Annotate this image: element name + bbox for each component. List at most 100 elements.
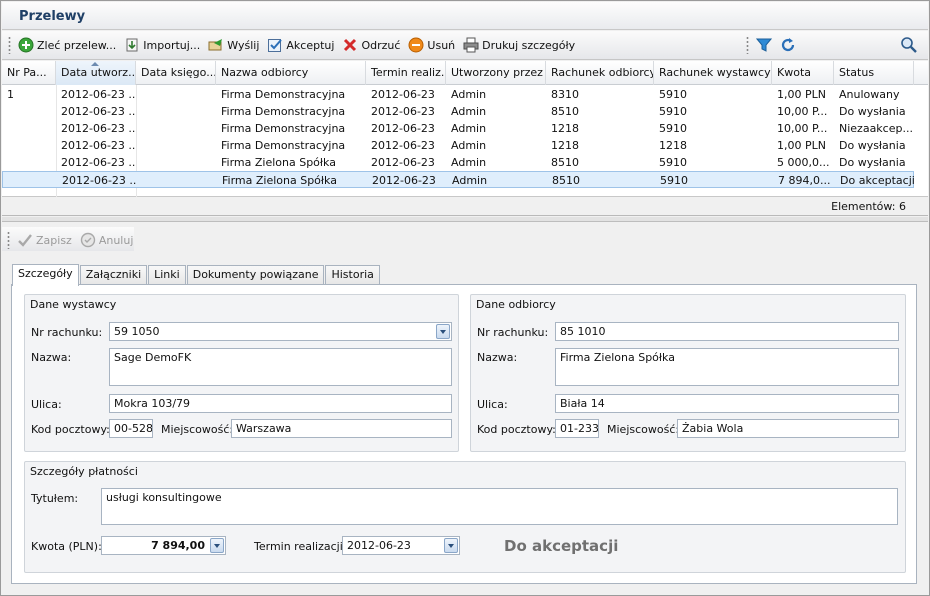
table-cell: Firma Demonstracyjna bbox=[221, 88, 346, 101]
chevron-down-icon[interactable] bbox=[444, 538, 458, 553]
toolbar-grip[interactable] bbox=[8, 36, 11, 54]
reject-button[interactable]: Odrzuć bbox=[339, 34, 403, 56]
print-details-button[interactable]: Drukuj szczegóły bbox=[460, 34, 578, 56]
add-green-icon bbox=[18, 37, 34, 53]
issuer-postcode-label: Kod pocztowy: bbox=[31, 423, 110, 436]
column-header[interactable]: Kwota bbox=[772, 61, 834, 85]
cancel-button[interactable]: Anuluj bbox=[77, 229, 137, 251]
toolbar-search-group bbox=[744, 33, 801, 57]
new-transfer-button[interactable]: Zleć przelew... bbox=[15, 34, 119, 56]
issuer-city-field[interactable]: Warszawa bbox=[231, 419, 452, 438]
recipient-group: Dane odbiorcy Nr rachunku: 85 1010 Nazwa… bbox=[470, 294, 906, 452]
delete-label: Usuń bbox=[427, 38, 456, 52]
refresh-icon[interactable] bbox=[777, 34, 799, 56]
table-cell: 2012-06-23 ... bbox=[62, 174, 137, 187]
amount-value: 7 894,00 bbox=[151, 539, 205, 552]
column-header[interactable]: Data księgo... bbox=[136, 61, 216, 85]
tab-attachments[interactable]: Załączniki bbox=[79, 265, 148, 285]
column-header[interactable]: Nazwa odbiorcy bbox=[216, 61, 366, 85]
tab-details[interactable]: Szczegóły bbox=[12, 264, 79, 286]
table-cell: 2012-06-23 bbox=[371, 139, 435, 152]
table-row[interactable]: 1 2012-06-23 ... Firma Demonstracyjna 2012-… bbox=[2, 86, 914, 103]
payment-title-field[interactable]: usługi konsultingowe bbox=[101, 488, 898, 525]
table-row[interactable]: 2012-06-23 ... Firma Demonstracyjna 2012-0… bbox=[2, 103, 914, 120]
due-date-field[interactable]: 2012-06-23 bbox=[342, 536, 460, 555]
panel-splitter[interactable] bbox=[2, 217, 928, 222]
table-cell: Do akceptacji bbox=[840, 174, 915, 187]
save-button[interactable]: Zapisz bbox=[14, 229, 75, 251]
issuer-group: Dane wystawcy Nr rachunku: 59 1050 Nazwa… bbox=[24, 294, 459, 452]
cancel-icon bbox=[80, 232, 96, 248]
tab-related-documents[interactable]: Dokumenty powiązane bbox=[186, 265, 325, 285]
grid-header: Nr Pa... Data utworz... Data księgo... N… bbox=[2, 61, 928, 85]
chevron-down-icon[interactable] bbox=[436, 324, 450, 339]
table-cell bbox=[2, 120, 56, 137]
table-cell: 8310 bbox=[551, 88, 579, 101]
issuer-group-title: Dane wystawcy bbox=[30, 298, 117, 311]
reject-icon bbox=[342, 37, 358, 53]
table-cell bbox=[3, 172, 57, 189]
table-cell: 1 bbox=[7, 88, 14, 101]
table-cell: Admin bbox=[451, 156, 487, 169]
import-button[interactable]: Importuj... bbox=[121, 34, 203, 56]
issuer-street-field[interactable]: Mokra 103/79 bbox=[109, 394, 452, 413]
chevron-down-icon[interactable] bbox=[210, 538, 224, 553]
delete-button[interactable]: Usuń bbox=[405, 34, 458, 56]
table-cell: 2012-06-23 bbox=[371, 122, 435, 135]
table-cell: 5910 bbox=[659, 88, 687, 101]
table-row[interactable]: 2012-06-23 ... Firma Demonstracyjna 2012-0… bbox=[2, 137, 914, 154]
table-cell: 8510 bbox=[551, 105, 579, 118]
table-cell: 2012-06-23 ... bbox=[61, 122, 136, 135]
column-header[interactable]: Status bbox=[834, 61, 914, 85]
send-button[interactable]: Wyślij bbox=[205, 34, 262, 56]
table-cell bbox=[136, 86, 216, 103]
column-header[interactable]: Rachunek wystawcy bbox=[654, 61, 772, 85]
recipient-name-field[interactable]: Firma Zielona Spółka bbox=[555, 348, 899, 386]
tab-links[interactable]: Linki bbox=[148, 265, 186, 285]
table-cell: 2012-06-23 ... bbox=[61, 139, 136, 152]
column-header[interactable]: Nr Pa... bbox=[2, 61, 56, 85]
recipient-postcode-field[interactable]: 01-233 bbox=[555, 419, 599, 438]
filter-icon[interactable] bbox=[753, 34, 775, 56]
print-details-label: Drukuj szczegóły bbox=[482, 38, 576, 52]
issuer-postcode-field[interactable]: 00-528 bbox=[109, 419, 153, 438]
table-cell: 10,00 P... bbox=[777, 105, 828, 118]
recipient-city-field[interactable]: Żabia Wola bbox=[677, 419, 899, 438]
table-row[interactable]: 2012-06-23 ... Firma Zielona Spółka 2012-0… bbox=[2, 154, 914, 171]
accept-button[interactable]: Akceptuj bbox=[264, 34, 337, 56]
table-cell: Anulowany bbox=[839, 88, 900, 101]
page-title: Przelewy bbox=[19, 9, 86, 24]
search-icon[interactable] bbox=[900, 36, 918, 57]
send-icon bbox=[208, 37, 224, 53]
table-cell: Admin bbox=[451, 139, 487, 152]
detail-toolbar-group: Zapisz Anuluj bbox=[5, 228, 138, 252]
issuer-account-combo[interactable]: 59 1050 bbox=[109, 322, 452, 341]
table-cell: Do wysłania bbox=[839, 156, 906, 169]
payment-title-label: Tytułem: bbox=[31, 492, 79, 505]
table-cell: Firma Demonstracyjna bbox=[221, 105, 346, 118]
column-header-sorted[interactable]: Data utworz... bbox=[56, 61, 136, 85]
table-cell: 8510 bbox=[552, 174, 580, 187]
toolbar-grip-2[interactable] bbox=[746, 36, 749, 54]
recipient-postcode-label: Kod pocztowy: bbox=[477, 423, 556, 436]
tab-history[interactable]: Historia bbox=[325, 265, 380, 285]
column-header[interactable]: Termin realiz... bbox=[366, 61, 446, 85]
payment-group-title: Szczegóły płatności bbox=[30, 465, 138, 478]
column-header[interactable]: Rachunek odbiorcy bbox=[546, 61, 654, 85]
accept-icon bbox=[267, 37, 283, 53]
table-cell: Admin bbox=[452, 174, 488, 187]
recipient-account-field[interactable]: 85 1010 bbox=[555, 322, 899, 341]
table-row[interactable]: 2012-06-23 ... Firma Zielona Spółka 2012-0… bbox=[2, 171, 915, 189]
table-cell: 8510 bbox=[551, 156, 579, 169]
recipient-account-label: Nr rachunku: bbox=[477, 326, 549, 339]
toolbar-grip-3[interactable] bbox=[7, 231, 10, 249]
column-header[interactable]: Utworzony przez bbox=[446, 61, 546, 85]
issuer-name-field[interactable]: Sage DemoFK bbox=[109, 348, 452, 386]
recipient-street-field[interactable]: Biała 14 bbox=[555, 394, 899, 413]
amount-field[interactable]: 7 894,00 bbox=[101, 536, 226, 555]
issuer-account-label: Nr rachunku: bbox=[31, 326, 103, 339]
save-label: Zapisz bbox=[36, 233, 72, 247]
title-bar: Przelewy bbox=[2, 2, 928, 30]
table-row[interactable]: 2012-06-23 ... Firma Demonstracyjna 2012-0… bbox=[2, 120, 914, 137]
table-cell: 1218 bbox=[659, 139, 687, 152]
